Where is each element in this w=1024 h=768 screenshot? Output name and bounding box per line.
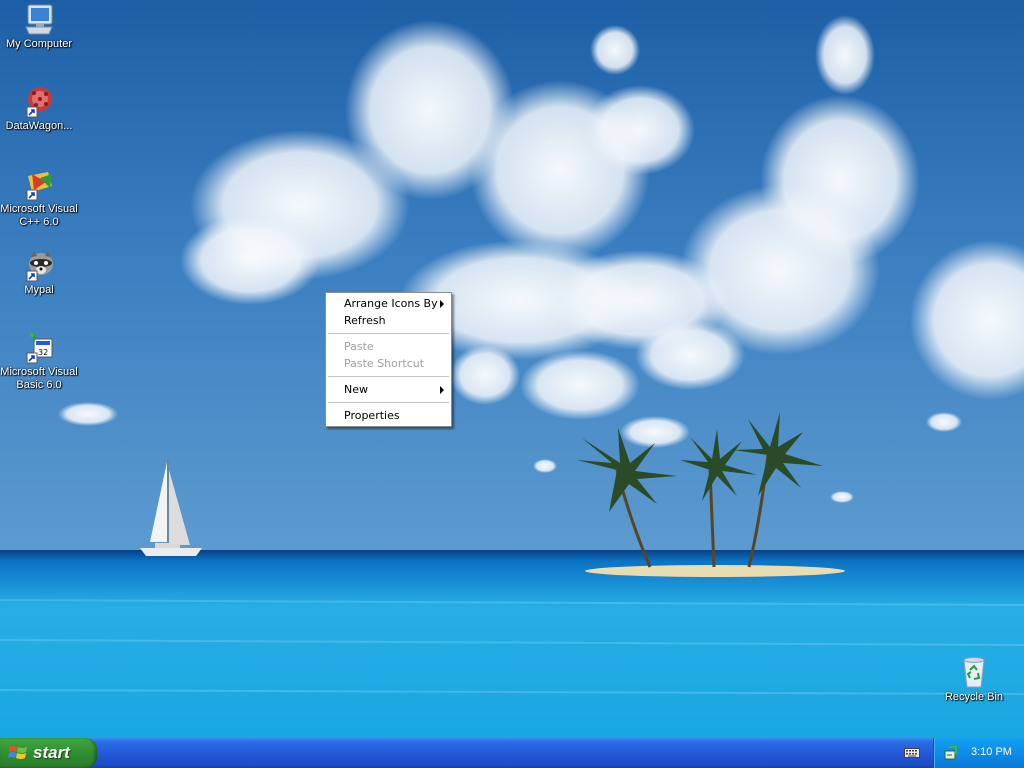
- visual-cpp-icon: [22, 168, 56, 202]
- desktop-icon-label: Microsoft Visual Basic 6.0: [0, 366, 79, 392]
- mypal-raccoon-icon: [22, 249, 56, 283]
- desktop-icon-label: Mypal: [24, 284, 54, 296]
- desktop-icon-label: Microsoft Visual C++ 6.0: [0, 203, 79, 229]
- desktop-icon-recycle-bin[interactable]: Recycle Bin: [934, 656, 1014, 704]
- network-tray-icon[interactable]: [944, 745, 960, 764]
- desktop-icon-mypal[interactable]: Mypal: [0, 249, 79, 297]
- desktop-icon-datawagon[interactable]: DataWagon...: [0, 85, 79, 133]
- label-line-1: Microsoft Visual: [0, 203, 78, 215]
- desktop-icon-my-computer[interactable]: My Computer: [0, 3, 79, 51]
- menu-item-label: Paste Shortcut: [344, 357, 425, 370]
- keyboard-language-icon[interactable]: [904, 746, 920, 763]
- menu-separator: [328, 402, 449, 403]
- menu-separator: [328, 333, 449, 334]
- computer-icon: [22, 3, 56, 37]
- desktop[interactable]: My Computer DataWagon... Microsoft Visua…: [0, 0, 1024, 738]
- recycle-bin-icon: [957, 656, 991, 690]
- menu-separator: [328, 376, 449, 377]
- desktop-context-menu: Arrange Icons By Refresh Paste Paste Sho…: [325, 292, 452, 427]
- taskbar: start 3:10 PM: [0, 738, 1024, 768]
- start-button[interactable]: start: [0, 738, 97, 768]
- submenu-arrow-icon: [440, 300, 444, 308]
- label-line-2: C++ 6.0: [19, 216, 59, 228]
- menu-item-properties[interactable]: Properties: [326, 407, 451, 424]
- menu-item-label: New: [344, 383, 368, 396]
- menu-item-label: Refresh: [344, 314, 386, 327]
- desktop-icon-label: DataWagon...: [5, 120, 73, 132]
- submenu-arrow-icon: [440, 386, 444, 394]
- label-line-2: Basic 6.0: [16, 379, 62, 391]
- start-label: start: [33, 743, 70, 762]
- menu-item-label: Properties: [344, 409, 400, 422]
- label-line-1: Microsoft Visual: [0, 366, 78, 378]
- menu-item-paste-shortcut: Paste Shortcut: [326, 355, 451, 372]
- desktop-icon-label: Recycle Bin: [944, 691, 1004, 703]
- menu-item-label: Paste: [344, 340, 374, 353]
- menu-item-new[interactable]: New: [326, 381, 451, 398]
- wallpaper-tropical-island: [0, 0, 1024, 738]
- menu-item-refresh[interactable]: Refresh: [326, 312, 451, 329]
- desktop-icon-label: My Computer: [5, 38, 73, 50]
- clock[interactable]: 3:10 PM: [971, 746, 1012, 758]
- menu-item-paste: Paste: [326, 338, 451, 355]
- desktop-icon-visual-basic[interactable]: 32 Microsoft Visual Basic 6.0: [0, 331, 79, 392]
- system-tray: 3:10 PM: [933, 738, 1024, 768]
- windows-flag-icon: [8, 744, 28, 767]
- menu-item-arrange-icons-by[interactable]: Arrange Icons By: [326, 295, 451, 312]
- menu-item-label: Arrange Icons By: [344, 297, 438, 310]
- desktop-icon-visual-cpp[interactable]: Microsoft Visual C++ 6.0: [0, 168, 79, 229]
- visual-basic-icon: 32: [22, 331, 56, 365]
- svg-text:32: 32: [38, 348, 48, 357]
- datawagon-icon: [22, 85, 56, 119]
